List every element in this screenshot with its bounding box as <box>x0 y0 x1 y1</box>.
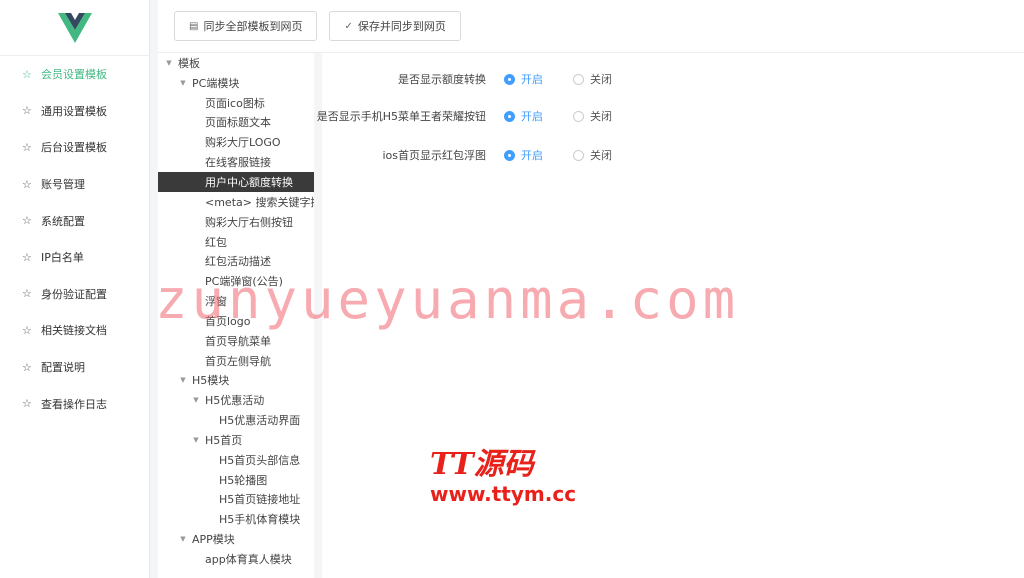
form-label: 是否显示额度转换 <box>398 72 486 86</box>
tree-node-leaf[interactable]: 购彩大厅LOGO <box>158 132 314 152</box>
star-icon: ☆ <box>22 323 32 337</box>
sync-all-button[interactable]: ▤ 同步全部模板到网页 <box>174 11 318 41</box>
tree-node-leaf[interactable]: 红包活动描述 <box>158 251 314 271</box>
sidebar-nav: ☆ 会员设置模板 ☆ 通用设置模板 ☆ 后台设置模板 ☆ 账号管理 ☆ 系统配置 ☆ IP白… <box>0 56 149 422</box>
radio-unchecked-icon[interactable] <box>573 110 584 122</box>
form-row-credit-transfer: 是否显示额度转换 开启 关闭 <box>322 71 1024 87</box>
tree-node-app[interactable]: ▼ APP模块 <box>158 529 314 549</box>
radio-checked-icon[interactable] <box>504 110 515 122</box>
toolbar: ▤ 同步全部模板到网页 ✓ 保存并同步到网页 <box>158 0 1024 53</box>
sidebar-item-admin-template[interactable]: ☆ 后台设置模板 <box>0 129 149 166</box>
sidebar-item-label: 后台设置模板 <box>41 141 107 155</box>
sidebar-item-label: 通用设置模板 <box>41 104 107 118</box>
sidebar-item-label: 查看操作日志 <box>41 397 107 411</box>
tree-node-pc[interactable]: ▼ PC端模块 <box>158 73 314 93</box>
radio-checked-icon[interactable] <box>504 73 515 85</box>
radio-off[interactable]: 关闭 <box>573 108 612 124</box>
caret-down-icon[interactable]: ▼ <box>178 79 188 87</box>
tree-node-leaf[interactable]: 红包 <box>158 232 314 252</box>
caret-down-icon[interactable]: ▼ <box>191 436 201 444</box>
sidebar-item-accounts[interactable]: ☆ 账号管理 <box>0 166 149 203</box>
caret-down-icon[interactable]: ▼ <box>178 376 188 384</box>
radio-on[interactable]: 开启 <box>504 147 543 163</box>
star-icon: ☆ <box>22 287 32 301</box>
tree-node-leaf[interactable]: 页面标题文本 <box>158 113 314 133</box>
tree-node-h5-home[interactable]: ▼ H5首页 <box>158 430 314 450</box>
document-icon: ▤ <box>189 20 199 32</box>
form-row-ios-redpacket: ios首页显示红包浮图 开启 关闭 <box>322 147 1024 163</box>
sidebar-item-member-template[interactable]: ☆ 会员设置模板 <box>0 56 149 93</box>
sidebar-item-label: 相关链接文档 <box>41 324 107 338</box>
sidebar-item-label: 账号管理 <box>41 178 85 192</box>
star-icon: ☆ <box>22 397 32 411</box>
tree-node-leaf[interactable]: H5首页头部信息 <box>158 450 314 470</box>
save-sync-label: 保存并同步到网页 <box>357 20 446 33</box>
sidebar-item-operation-log[interactable]: ☆ 查看操作日志 <box>0 385 149 422</box>
vue-logo-icon <box>57 12 92 43</box>
radio-off[interactable]: 关闭 <box>573 147 612 163</box>
settings-form: 是否显示额度转换 开启 关闭 是否显示手机H5菜单王者荣耀按钮 开启 关闭 io… <box>317 53 1024 578</box>
tree-node-leaf[interactable]: H5轮播图 <box>158 470 314 490</box>
sidebar: ☆ 会员设置模板 ☆ 通用设置模板 ☆ 后台设置模板 ☆ 账号管理 ☆ 系统配置 ☆ IP白… <box>0 0 150 578</box>
tree-node-leaf[interactable]: 首页logo <box>158 311 314 331</box>
radio-off[interactable]: 关闭 <box>573 71 612 87</box>
tree-node-root[interactable]: ▼ 模板 <box>158 53 314 73</box>
star-icon: ☆ <box>22 104 32 118</box>
tree-node-leaf[interactable]: H5优惠活动界面 <box>158 410 314 430</box>
star-icon: ☆ <box>22 214 32 228</box>
sidebar-item-link-docs[interactable]: ☆ 相关链接文档 <box>0 312 149 349</box>
caret-down-icon[interactable]: ▼ <box>178 535 188 543</box>
star-icon: ☆ <box>22 250 32 264</box>
caret-down-icon[interactable]: ▼ <box>191 396 201 404</box>
tree-node-leaf[interactable]: 在线客服链接 <box>158 152 314 172</box>
sidebar-item-label: 会员设置模板 <box>41 68 107 82</box>
radio-unchecked-icon[interactable] <box>573 149 584 161</box>
star-icon: ☆ <box>22 360 32 374</box>
form-row-h5-menu: 是否显示手机H5菜单王者荣耀按钮 开启 关闭 <box>317 108 1024 124</box>
tree-node-leaf[interactable]: H5手机体育模块 <box>158 509 314 529</box>
tree-node-leaf[interactable]: 首页左侧导航 <box>158 351 314 371</box>
star-icon: ☆ <box>22 177 32 191</box>
sidebar-item-label: 身份验证配置 <box>41 287 107 301</box>
sidebar-item-ip-whitelist[interactable]: ☆ IP白名单 <box>0 239 149 276</box>
tree-node-leaf[interactable]: <meta> 搜索关键字描 <box>158 192 314 212</box>
save-sync-button[interactable]: ✓ 保存并同步到网页 <box>329 11 461 41</box>
caret-down-icon[interactable]: ▼ <box>164 59 174 67</box>
radio-group: 开启 关闭 <box>504 71 642 87</box>
sidebar-item-system-config[interactable]: ☆ 系统配置 <box>0 202 149 239</box>
tree-node-h5-promo[interactable]: ▼ H5优惠活动 <box>158 390 314 410</box>
tree-node-leaf[interactable]: H5首页链接地址 <box>158 490 314 510</box>
tree-node-leaf[interactable]: 浮窗 <box>158 291 314 311</box>
radio-on[interactable]: 开启 <box>504 71 543 87</box>
sidebar-item-auth-config[interactable]: ☆ 身份验证配置 <box>0 276 149 313</box>
tree-node-h5[interactable]: ▼ H5模块 <box>158 371 314 391</box>
radio-unchecked-icon[interactable] <box>573 73 584 85</box>
form-label: ios首页显示红包浮图 <box>382 148 486 162</box>
tree-node-selected[interactable]: 用户中心额度转换 <box>158 172 314 192</box>
tree-node-leaf[interactable]: PC端弹窗(公告) <box>158 271 314 291</box>
radio-group: 开启 关闭 <box>504 108 642 124</box>
tree-node-leaf[interactable]: 页面ico图标 <box>158 93 314 113</box>
check-icon: ✓ <box>344 20 353 32</box>
radio-on[interactable]: 开启 <box>504 108 543 124</box>
form-label: 是否显示手机H5菜单王者荣耀按钮 <box>316 109 486 123</box>
template-tree: ▼ 模板 ▼ PC端模块 页面ico图标 页面标题文本 购彩大厅LOGO 在线客服链… <box>158 53 314 578</box>
tree-node-leaf[interactable]: 首页导航菜单 <box>158 331 314 351</box>
vue-logo[interactable] <box>0 0 149 56</box>
radio-checked-icon[interactable] <box>504 149 515 161</box>
sidebar-item-config-help[interactable]: ☆ 配置说明 <box>0 349 149 386</box>
sidebar-item-label: 系统配置 <box>41 214 85 228</box>
sync-all-label: 同步全部模板到网页 <box>203 20 303 33</box>
star-icon: ☆ <box>22 67 32 81</box>
tree-node-leaf[interactable]: app体育真人模块 <box>158 549 314 569</box>
tree-node-leaf[interactable]: 购彩大厅右侧按钮 <box>158 212 314 232</box>
sidebar-item-label: IP白名单 <box>41 251 84 265</box>
sidebar-item-label: 配置说明 <box>41 361 85 375</box>
star-icon: ☆ <box>22 140 32 154</box>
radio-group: 开启 关闭 <box>504 147 642 163</box>
sidebar-item-general-template[interactable]: ☆ 通用设置模板 <box>0 93 149 130</box>
